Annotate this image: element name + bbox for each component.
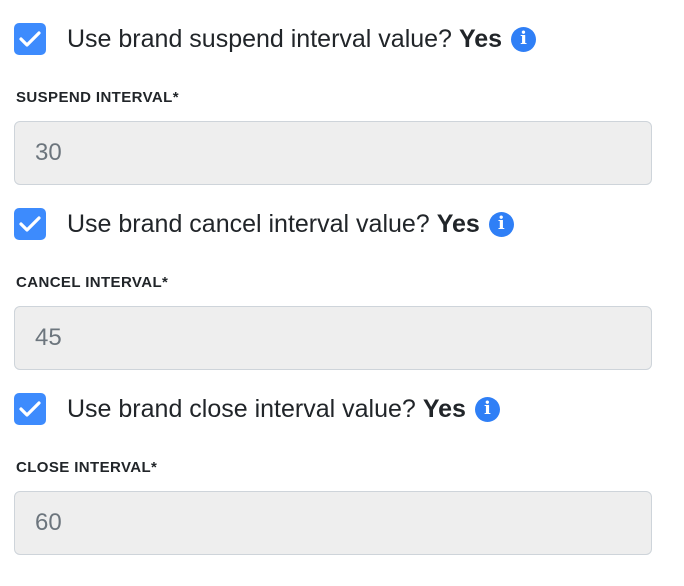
use-brand-close-row: Use brand close interval value? Yes i <box>14 391 500 427</box>
use-brand-cancel-value: Yes <box>436 209 480 238</box>
use-brand-close-value: Yes <box>422 394 466 423</box>
info-icon[interactable]: i <box>488 211 514 237</box>
use-brand-cancel-row: Use brand cancel interval value? Yes i <box>14 206 514 242</box>
info-icon[interactable]: i <box>511 26 537 52</box>
close-interval-label: CLOSE INTERVAL* <box>16 459 158 476</box>
suspend-interval-input[interactable] <box>14 121 652 185</box>
use-brand-suspend-value: Yes <box>458 24 503 53</box>
checkmark-icon <box>19 401 41 417</box>
info-icon[interactable]: i <box>474 396 500 422</box>
use-brand-suspend-label: Use brand suspend interval value? <box>67 24 452 53</box>
use-brand-close-checkbox[interactable] <box>14 393 46 425</box>
cancel-interval-input[interactable] <box>14 306 652 370</box>
use-brand-cancel-label: Use brand cancel interval value? <box>67 209 430 238</box>
cancel-interval-label: CANCEL INTERVAL* <box>16 274 169 291</box>
use-brand-suspend-checkbox[interactable] <box>14 23 46 55</box>
suspend-interval-label: SUSPEND INTERVAL* <box>16 89 179 106</box>
checkmark-icon <box>19 31 41 47</box>
use-brand-cancel-checkbox[interactable] <box>14 208 46 240</box>
use-brand-close-label: Use brand close interval value? <box>67 394 416 423</box>
use-brand-suspend-row: Use brand suspend interval value? Yes i <box>14 21 537 57</box>
checkmark-icon <box>19 216 41 232</box>
close-interval-input[interactable] <box>14 491 652 555</box>
